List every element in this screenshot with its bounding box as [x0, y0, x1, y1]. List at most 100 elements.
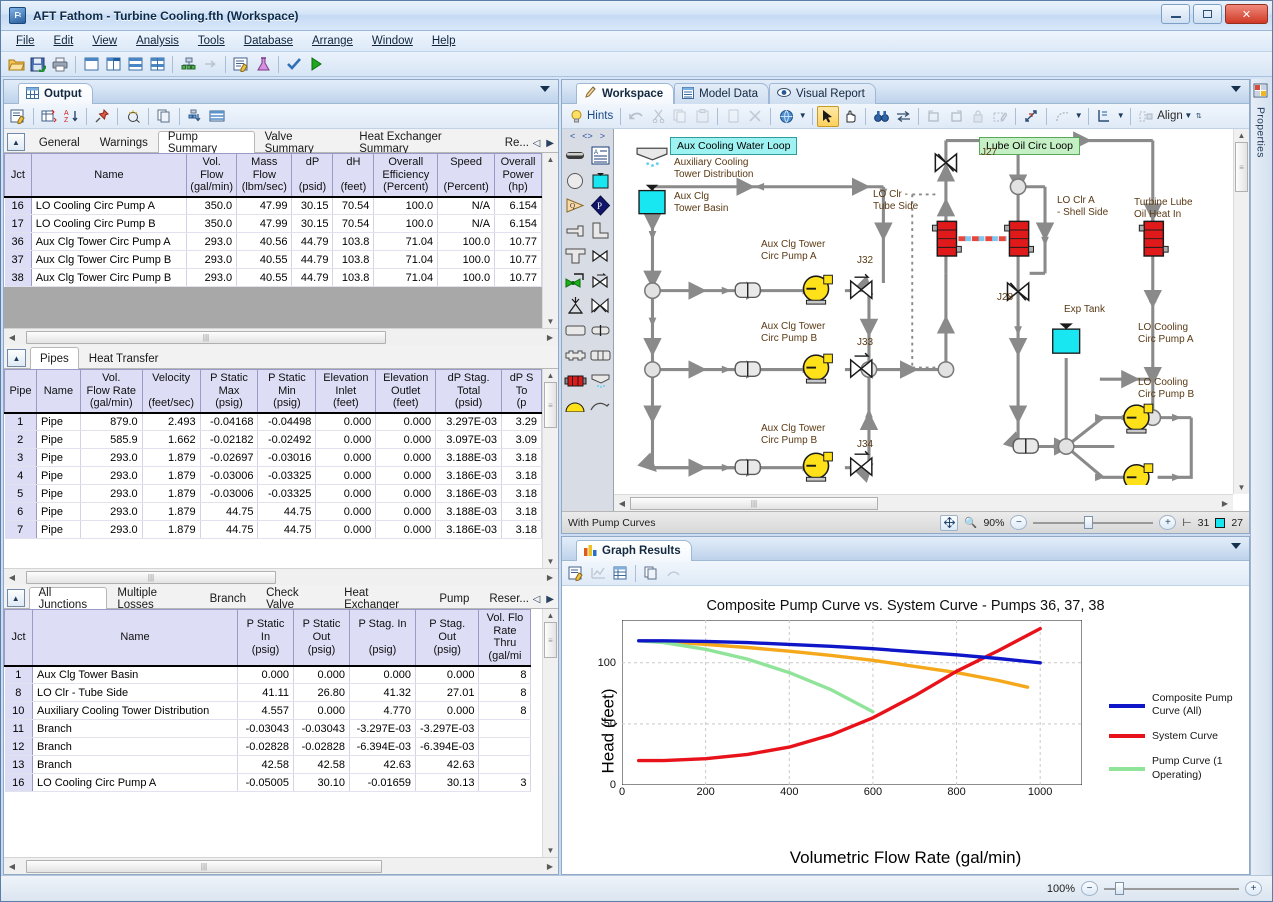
col-pstag-in[interactable]: P Stag. In (psig) — [349, 609, 416, 667]
table-row[interactable]: 2 Pipe 585.9 1.662 -0.02182 -0.02492 0.000 0.00… — [4, 430, 542, 450]
scroll-track[interactable]: ||| — [20, 858, 542, 874]
copy-icon[interactable] — [153, 106, 175, 127]
scroll-thumb[interactable]: ||| — [630, 496, 878, 510]
toolbar-overflow-icon[interactable]: ⇅ — [1194, 106, 1204, 127]
assigned-pressure-icon[interactable]: P — [589, 194, 612, 217]
scroll-right-arrow[interactable]: ▶ — [542, 862, 558, 871]
window-horizontal-split-icon[interactable] — [124, 54, 146, 75]
open-folder-icon[interactable] — [5, 54, 27, 75]
palette-all-icon[interactable]: <> — [582, 131, 593, 141]
scroll-thumb[interactable]: ||| — [26, 570, 276, 584]
zoom-in-icon[interactable]: + — [1245, 881, 1262, 896]
legend-item[interactable]: System Curve — [1109, 730, 1237, 743]
col-vol-flow-rate[interactable]: Vol. Flow Rate (gal/min) — [79, 369, 143, 414]
scroll-track[interactable]: ||| — [20, 329, 542, 345]
tab-output[interactable]: Output — [18, 83, 93, 104]
tab-general[interactable]: General — [29, 132, 90, 152]
scroll-right-arrow[interactable]: ▶ — [542, 573, 558, 582]
scroll-thumb[interactable]: ≡ — [1235, 142, 1248, 192]
highlight-icon[interactable] — [122, 106, 144, 127]
table-row[interactable]: 1 Aux Clg Tower Basin 0.000 0.000 0.000 0.000… — [4, 665, 532, 685]
col-name[interactable]: Name — [32, 609, 238, 667]
graph-canvas[interactable]: Composite Pump Curve vs. System Curve - … — [562, 586, 1249, 874]
canvas-horizontal-scrollbar[interactable]: ◀ ||| ▶ — [614, 494, 1233, 511]
scroll-left-arrow[interactable]: ◀ — [4, 333, 20, 342]
table-row[interactable]: 10 Auxiliary Cooling Tower Distribution 4.… — [4, 701, 532, 721]
pin-icon[interactable] — [91, 106, 113, 127]
reservoir-tank-icon[interactable] — [589, 169, 612, 192]
col-pstatic-max[interactable]: P Static Max (psig) — [199, 369, 259, 414]
scroll-up-arrow[interactable]: ▲ — [547, 155, 555, 164]
chevron-down-icon[interactable] — [1231, 86, 1241, 92]
tab-model-data[interactable]: Model Data — [674, 83, 769, 104]
scroll-left-arrow[interactable]: ◀ — [614, 499, 630, 508]
lock-icon[interactable] — [967, 106, 989, 127]
table-row[interactable]: 1 Pipe 879.0 2.493 -0.04168 -0.04498 0.000 0.00… — [4, 412, 542, 432]
minimize-button[interactable] — [1161, 4, 1190, 24]
tab-pump-summary[interactable]: Pump Summary — [157, 131, 255, 155]
canvas-vertical-scrollbar[interactable]: ▲ ≡ ▼ — [1233, 129, 1249, 494]
col-dp[interactable]: dP (psid) — [291, 153, 334, 198]
align-grid-icon[interactable] — [1135, 106, 1157, 127]
collapse-chevron-icon[interactable]: ▲ — [7, 349, 26, 367]
collapse-chevron-icon[interactable]: ▲ — [7, 133, 25, 151]
tab-prev-icon[interactable]: ◁ — [533, 138, 541, 149]
fluid-flask-icon[interactable] — [252, 54, 274, 75]
tab-graph-results[interactable]: Graph Results — [576, 540, 692, 561]
find-binoculars-icon[interactable] — [870, 106, 892, 127]
col-speed[interactable]: Speed (Percent) — [437, 153, 496, 198]
tab-check-valve[interactable]: Check Valve — [256, 587, 334, 611]
tab-multiple-losses[interactable]: Multiple Losses — [107, 587, 199, 611]
assigned-flow-icon[interactable]: Q — [564, 194, 587, 217]
col-name[interactable]: Name — [30, 153, 188, 198]
scale-icon[interactable] — [1020, 106, 1042, 127]
magnifier-icon[interactable]: 🔍 — [964, 516, 977, 529]
scroll-down-arrow[interactable]: ▼ — [547, 846, 555, 855]
three-way-valve-icon[interactable] — [589, 294, 612, 317]
spray-discharge-icon[interactable] — [564, 294, 587, 317]
tab-workspace[interactable]: Workspace — [576, 83, 675, 104]
horizontal-scrollbar[interactable]: ◀ ||| ▶ — [4, 857, 558, 874]
copy-icon[interactable] — [669, 106, 691, 127]
model-diagram[interactable] — [614, 129, 1249, 485]
col-dh[interactable]: dH (feet) — [332, 153, 375, 198]
cut-icon[interactable] — [647, 106, 669, 127]
distribute-caret[interactable]: ▼ — [1115, 106, 1126, 127]
tab-next-icon[interactable]: ▶ — [546, 138, 554, 149]
pump-icon[interactable] — [564, 394, 587, 417]
distribute-icon[interactable] — [1093, 106, 1115, 127]
tab-next-icon[interactable]: ▶ — [546, 594, 554, 605]
sprinkler-icon[interactable] — [589, 369, 612, 392]
globe-icon[interactable] — [775, 106, 797, 127]
chevron-down-icon[interactable] — [540, 86, 550, 92]
orifice-icon[interactable] — [589, 319, 612, 342]
group-icon[interactable] — [923, 106, 945, 127]
hints-label[interactable]: Hints — [587, 110, 613, 122]
menu-file[interactable]: File — [7, 32, 44, 50]
window-vertical-split-icon[interactable] — [102, 54, 124, 75]
menu-analysis[interactable]: Analysis — [127, 32, 188, 50]
tab-valve-summary[interactable]: Valve Summary — [255, 131, 350, 155]
col-name[interactable]: Name — [35, 369, 81, 414]
align-caret[interactable]: ▼ — [1183, 106, 1194, 127]
scroll-thumb[interactable]: ||| — [26, 330, 386, 344]
model-data-icon[interactable] — [177, 54, 199, 75]
table-row[interactable]: 6 Pipe 293.0 1.879 44.75 44.75 0.000 0.000 3.188… — [4, 502, 542, 522]
undo-icon[interactable] — [625, 106, 647, 127]
table-row[interactable]: 16 LO Cooling Circ Pump A 350.0 47.99 30.15 7… — [4, 196, 542, 216]
col-dp-static-total[interactable]: dP S To (p — [501, 369, 542, 414]
scroll-track[interactable]: ||| — [630, 496, 1217, 511]
table-row[interactable]: 3 Pipe 293.0 1.879 -0.02697 -0.03016 0.000 0.00… — [4, 448, 542, 468]
menu-help[interactable]: Help — [423, 32, 465, 50]
legend-item[interactable]: Composite Pump Curve (All) — [1109, 692, 1237, 718]
annotation-text-icon[interactable]: A — [589, 144, 612, 167]
zoom-out-icon[interactable]: − — [1010, 515, 1028, 530]
col-pipe[interactable]: Pipe — [4, 369, 37, 414]
scroll-thumb[interactable]: ≡ — [544, 382, 557, 428]
zoom-slider[interactable] — [1033, 516, 1154, 530]
tab-heat-exchanger-summary[interactable]: Heat Exchanger Summary — [349, 131, 494, 155]
col-pstag-out[interactable]: P Stag. Out (psig) — [414, 609, 480, 667]
select-pointer-icon[interactable] — [817, 105, 840, 127]
heat-exchanger-icon[interactable] — [564, 369, 587, 392]
undock-icon[interactable] — [662, 563, 684, 584]
